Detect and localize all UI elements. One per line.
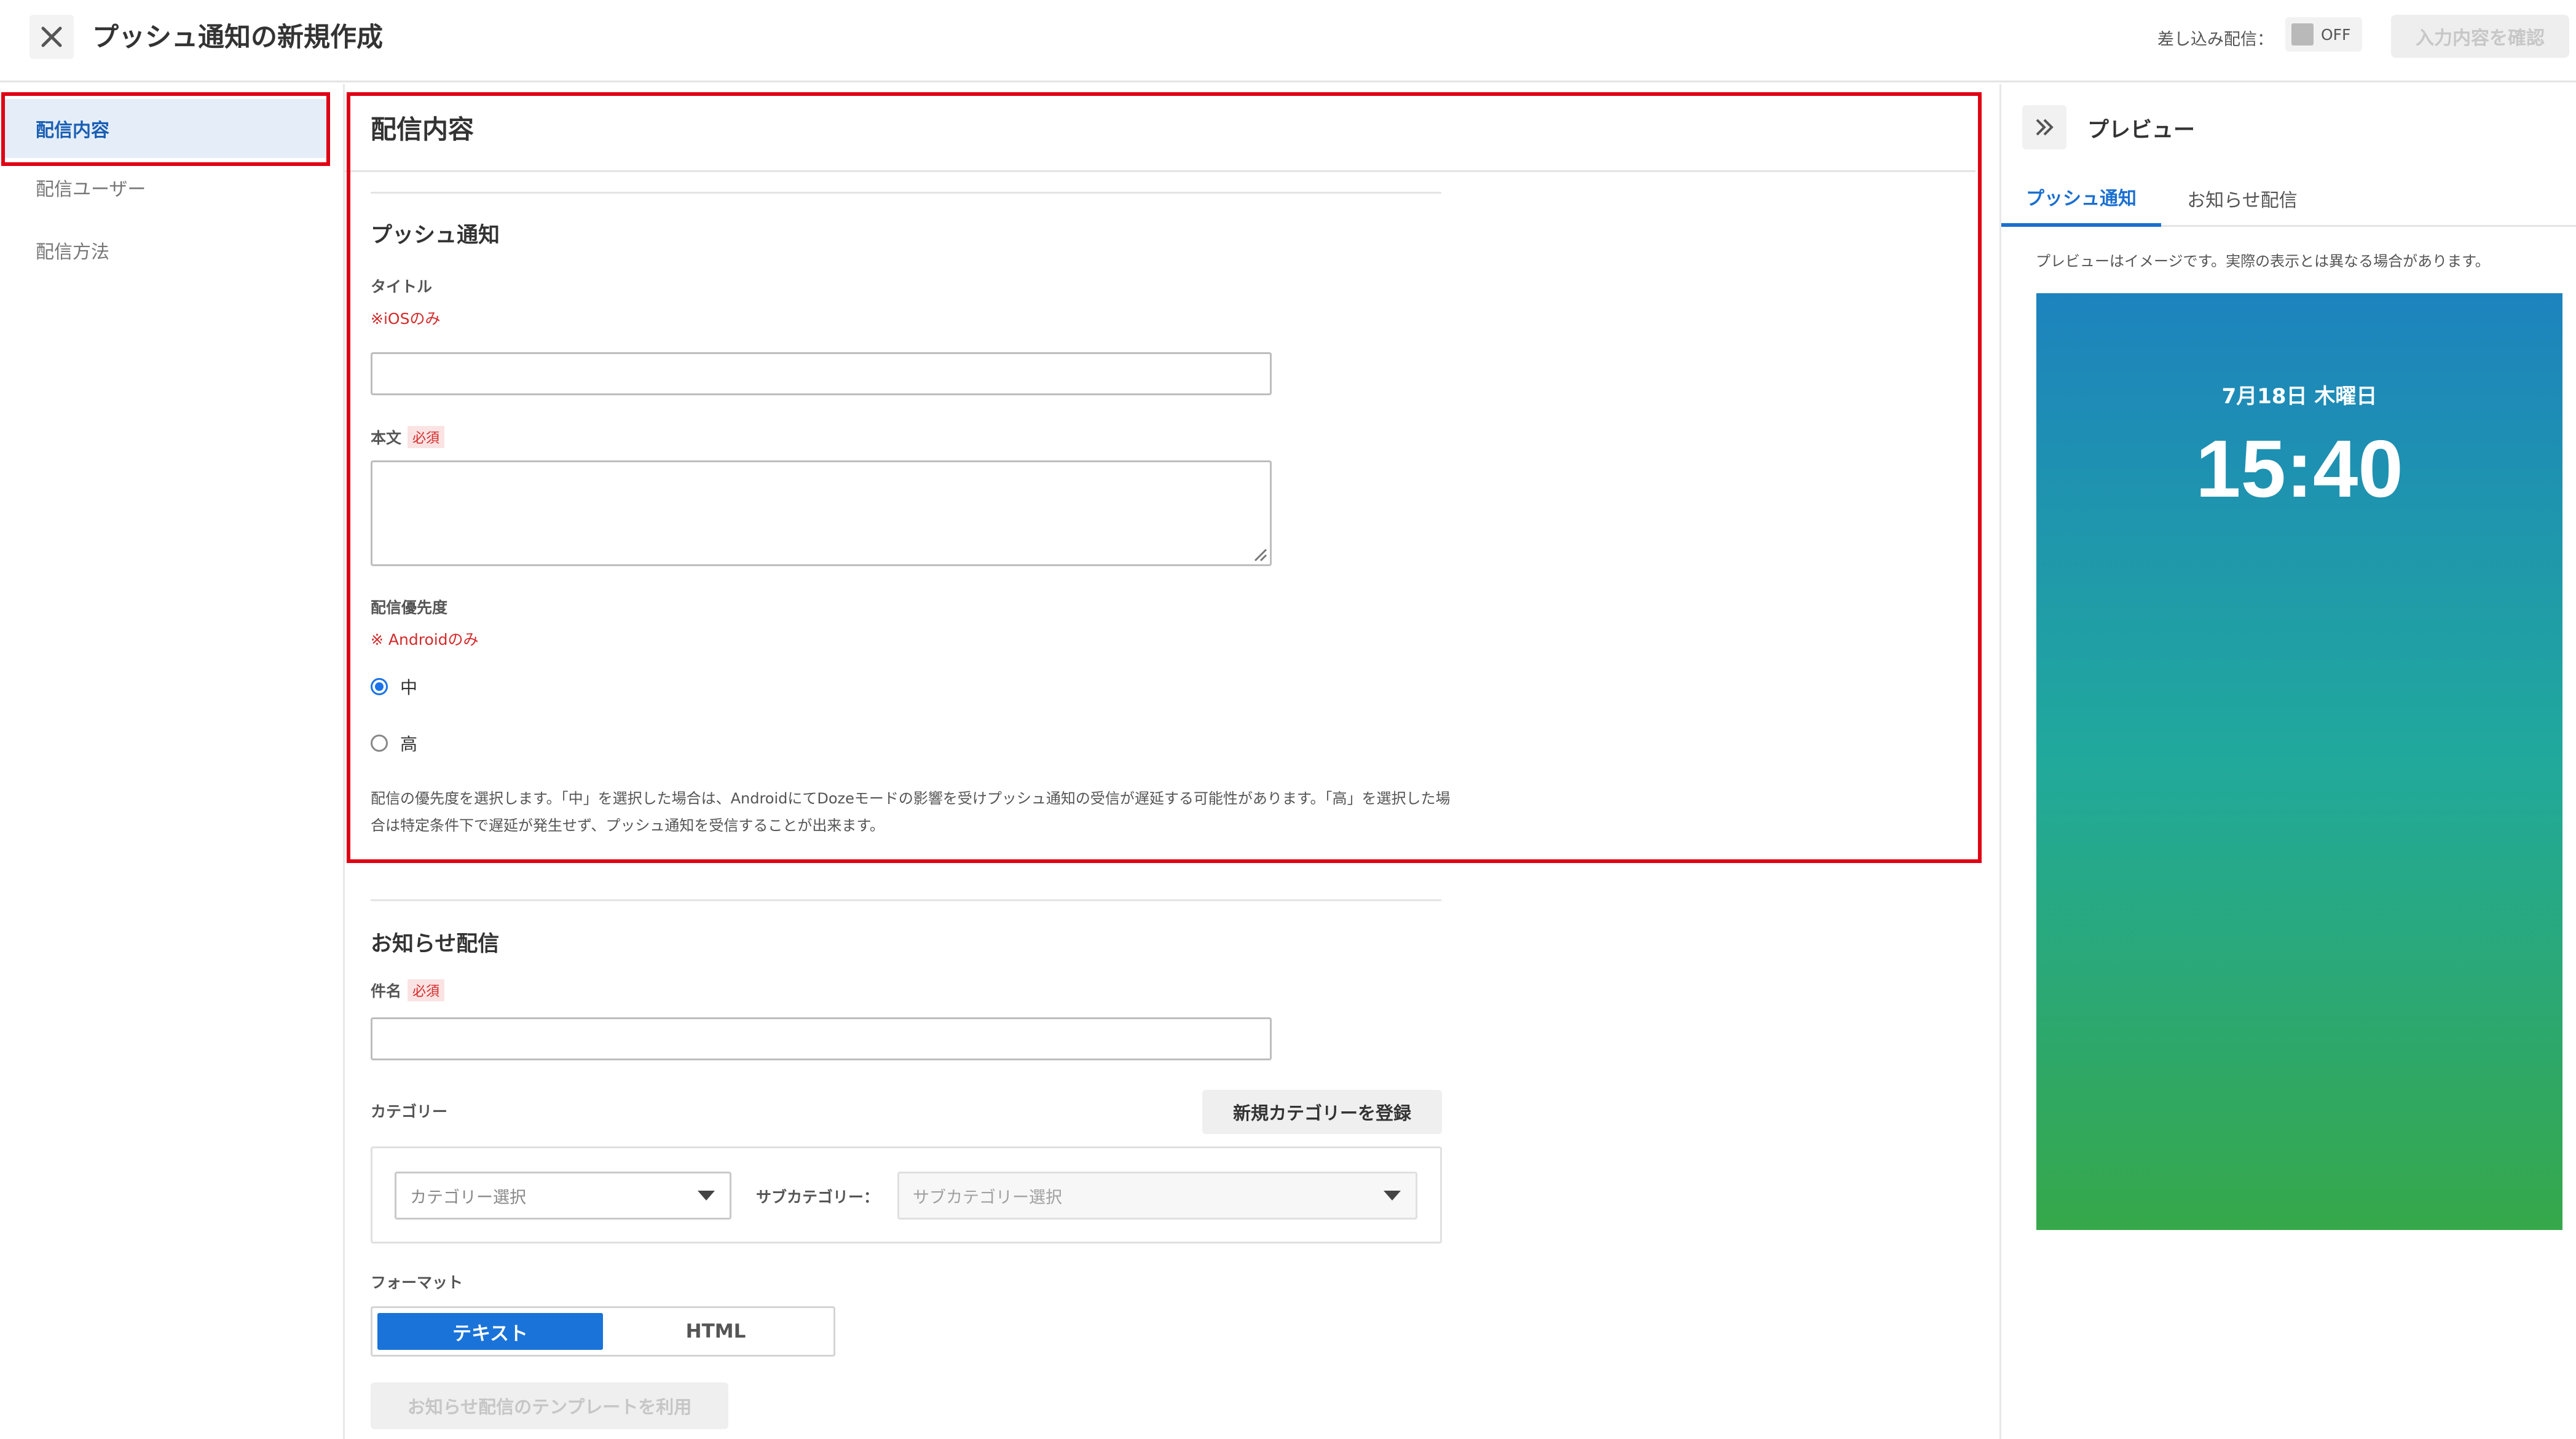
- confirm-input-button[interactable]: 入力内容を確認: [2391, 15, 2569, 58]
- title-label: タイトル: [371, 275, 432, 297]
- section-title: 配信内容: [371, 114, 475, 144]
- category-select[interactable]: カテゴリー選択: [395, 1172, 731, 1220]
- priority-option-label: 高: [400, 734, 418, 754]
- category-label: カテゴリー: [371, 1100, 447, 1122]
- close-button[interactable]: [30, 15, 74, 59]
- toggle-state: OFF: [2321, 25, 2351, 44]
- category-label-text: カテゴリー: [371, 1103, 448, 1121]
- resize-handle-icon[interactable]: [1251, 546, 1267, 562]
- category-box: カテゴリー選択 サブカテゴリー： サブカテゴリー選択: [371, 1146, 1442, 1244]
- ios-only-note: ※iOSのみ: [371, 310, 441, 328]
- use-template-button[interactable]: お知らせ配信のテンプレートを利用: [371, 1382, 728, 1429]
- caret-down-icon: [1384, 1191, 1401, 1200]
- merge-delivery-toggle[interactable]: OFF: [2285, 17, 2362, 52]
- body-label: 本文 必須: [371, 426, 445, 448]
- priority-option-label: 中: [400, 677, 418, 698]
- title-input[interactable]: [371, 352, 1272, 395]
- header: プッシュ通知の新規作成 差し込み配信： OFF 入力内容を確認: [0, 0, 2576, 82]
- android-only-note: ※ Androidのみ: [371, 631, 479, 649]
- double-chevron-right-icon: [2036, 119, 2054, 136]
- main-content: 配信内容 プッシュ通知 タイトル ※iOSのみ 本文 必須 配信優先度 ※ An…: [343, 84, 1999, 1439]
- close-icon: [41, 26, 62, 47]
- phone-time: 15:40: [2196, 424, 2403, 514]
- toggle-knob: [2291, 23, 2314, 45]
- divider: [371, 899, 1441, 901]
- priority-option-medium[interactable]: 中: [371, 674, 417, 699]
- subcategory-placeholder: サブカテゴリー選択: [913, 1188, 1062, 1207]
- priority-help-text: 配信の優先度を選択します。「中」を選択した場合は、AndroidにてDozeモー…: [371, 790, 1451, 834]
- preview-title: プレビュー: [2087, 118, 2196, 143]
- sidebar-item-content[interactable]: 配信内容: [5, 99, 327, 158]
- page-title: プッシュ通知の新規作成: [92, 22, 383, 53]
- preview-tabs: プッシュ通知 お知らせ配信: [2001, 170, 2576, 227]
- subcategory-label: サブカテゴリー：: [756, 1188, 880, 1206]
- priority-label-text: 配信優先度: [371, 599, 448, 617]
- radio-unchecked-icon: [371, 735, 388, 752]
- sidebar-item-users[interactable]: 配信ユーザー: [5, 158, 327, 217]
- divider: [345, 170, 1975, 172]
- title-label-text: タイトル: [371, 278, 433, 296]
- radio-checked-icon: [371, 678, 388, 695]
- body-label-text: 本文: [371, 429, 402, 447]
- phone-date: 7月18日 木曜日: [2221, 384, 2377, 409]
- subject-input[interactable]: [371, 1017, 1272, 1060]
- subject-label-text: 件名: [371, 982, 402, 1000]
- priority-label: 配信優先度: [371, 596, 447, 618]
- format-option-text[interactable]: テキスト: [377, 1313, 603, 1350]
- subject-label: 件名 必須: [371, 979, 445, 1001]
- priority-option-high[interactable]: 高: [371, 731, 417, 755]
- collapse-preview-button[interactable]: [2022, 105, 2066, 149]
- format-option-html[interactable]: HTML: [603, 1313, 829, 1350]
- merge-delivery-label: 差し込み配信：: [2157, 30, 2274, 49]
- tab-notice-delivery[interactable]: お知らせ配信: [2168, 170, 2316, 227]
- caret-down-icon: [698, 1191, 715, 1200]
- new-category-button[interactable]: 新規カテゴリーを登録: [1202, 1090, 1442, 1134]
- required-badge: 必須: [408, 426, 445, 448]
- preview-note: プレビューはイメージです。実際の表示とは異なる場合があります。: [2036, 253, 2490, 270]
- format-toggle: テキスト HTML: [371, 1306, 835, 1357]
- required-badge: 必須: [408, 979, 445, 1001]
- format-label-text: フォーマット: [371, 1274, 463, 1291]
- subcategory-select[interactable]: サブカテゴリー選択: [897, 1172, 1417, 1220]
- sidebar-item-method[interactable]: 配信方法: [5, 221, 327, 280]
- format-label: フォーマット: [371, 1271, 463, 1293]
- divider: [371, 192, 1441, 194]
- body-textarea[interactable]: [371, 460, 1272, 566]
- preview-panel: プレビュー プッシュ通知 お知らせ配信 プレビューはイメージです。実際の表示とは…: [1999, 84, 2576, 1439]
- push-heading: プッシュ通知: [371, 223, 500, 248]
- sidebar: 配信内容 配信ユーザー 配信方法: [0, 84, 343, 1439]
- category-placeholder: カテゴリー選択: [410, 1188, 526, 1207]
- phone-lockscreen: 7月18日 木曜日 15:40: [2036, 293, 2562, 1230]
- tab-push-notification[interactable]: プッシュ通知: [2001, 170, 2161, 227]
- notice-heading: お知らせ配信: [371, 932, 500, 956]
